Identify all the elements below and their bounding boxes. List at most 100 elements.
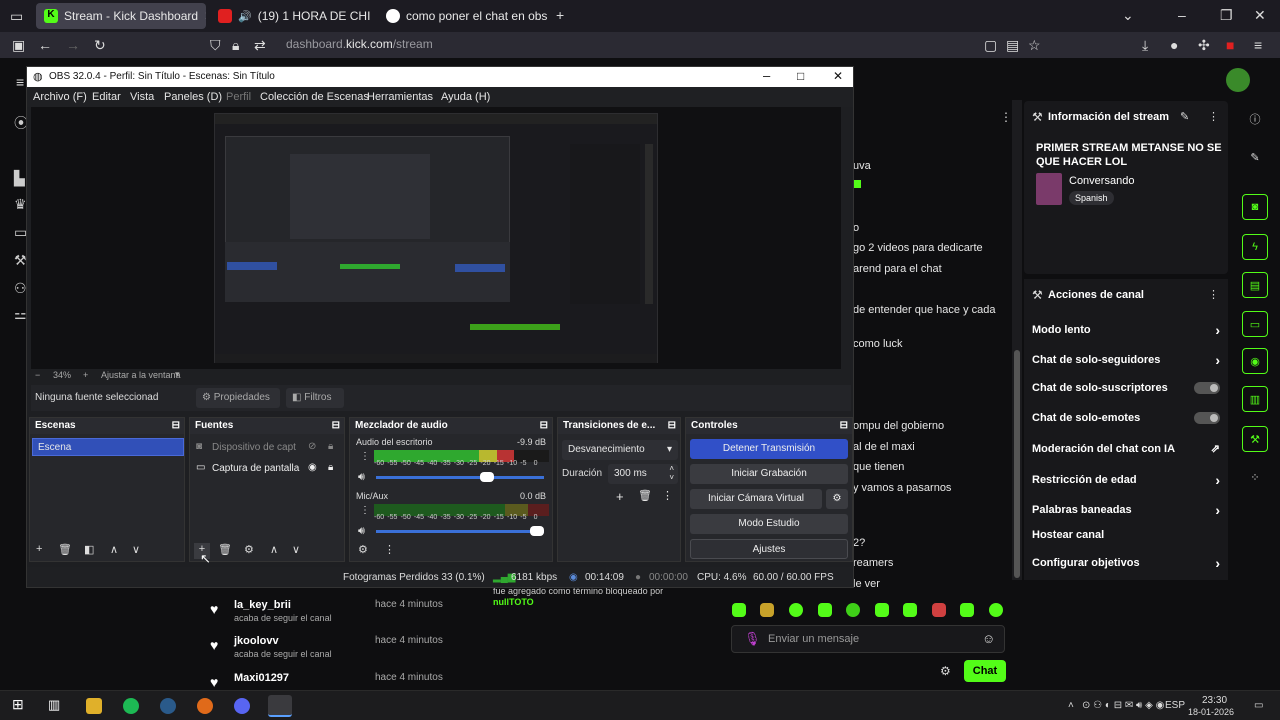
extension-badge-icon[interactable]: ■ (1226, 36, 1234, 54)
emoji-icon[interactable]: ☺ (982, 631, 995, 646)
emote-icon[interactable] (818, 603, 832, 617)
picture-in-picture-icon[interactable]: ▢ (984, 36, 997, 54)
move-up-icon[interactable]: ∧ (110, 543, 118, 556)
blocked-term-user[interactable]: nullTOTO (493, 597, 534, 607)
lock-icon[interactable]: 🔒︎ (328, 441, 333, 452)
forward-icon[interactable]: → (66, 36, 80, 54)
discord-icon[interactable] (234, 698, 250, 714)
emote-icon[interactable] (732, 603, 746, 617)
stats-icon[interactable]: ▙ (14, 170, 25, 187)
eye-hidden-icon[interactable]: ⊘ (308, 441, 316, 452)
channel-menu-icon[interactable]: ⋮ (360, 451, 370, 462)
community-icon[interactable]: ⚍ (14, 306, 27, 323)
chat-input[interactable]: 🎙︎ Enviar un mensaje ☺ (731, 625, 1005, 653)
move-up-icon[interactable]: ∧ (270, 543, 278, 556)
trophy-icon[interactable]: ♛ (14, 196, 27, 213)
more-icon[interactable]: ⋮ (384, 543, 395, 556)
emote-icon[interactable] (960, 603, 974, 617)
downloads-icon[interactable]: ⤓ (1142, 36, 1148, 54)
trash-icon[interactable]: 🗑︎ (638, 489, 652, 502)
chat-bubble-icon[interactable]: ▭ (1242, 311, 1268, 337)
chat-menu-icon[interactable]: ⋮ (1000, 110, 1012, 124)
pencil-icon[interactable]: ✎ (1242, 144, 1268, 170)
url-bar[interactable]: dashboard.kick.com/stream (286, 37, 433, 51)
source-item[interactable]: ◙ Dispositivo de capt ⊘ 🔒︎ (194, 438, 342, 456)
start-icon[interactable]: ⊞ (12, 696, 28, 712)
chat-send-button[interactable]: Chat (964, 660, 1006, 682)
lock-icon[interactable]: 🔒︎ (232, 36, 239, 54)
obs-taskbar-icon[interactable] (268, 695, 292, 717)
trash-icon[interactable]: 🗑︎ (218, 543, 232, 556)
menu-tools[interactable]: Herramientas (367, 91, 433, 103)
add-icon[interactable]: + (36, 543, 42, 555)
emote-icon[interactable] (989, 603, 1003, 617)
dock-menu-icon[interactable]: ⊟ (840, 420, 848, 431)
close-icon[interactable]: ✕ (833, 69, 843, 83)
file-explorer-icon[interactable] (86, 698, 102, 714)
move-down-icon[interactable]: ∨ (132, 543, 140, 556)
notifications-icon[interactable]: ▭ (1254, 700, 1263, 711)
shield-icon[interactable]: ⛉ (210, 36, 221, 54)
avatar[interactable] (1226, 68, 1250, 92)
maximize-window-icon[interactable]: ❐ (1220, 6, 1233, 24)
zoom-out-icon[interactable]: − (35, 370, 40, 380)
trash-icon[interactable]: 🗑︎ (58, 543, 72, 556)
reload-icon[interactable]: ↻ (94, 36, 106, 54)
dock-menu-icon[interactable]: ⊟ (668, 420, 676, 431)
clock-date[interactable]: 18-01-2026 (1188, 707, 1234, 717)
start-virtual-camera-button[interactable]: Iniciar Cámara Virtual (690, 489, 822, 509)
emote-icon[interactable] (875, 603, 889, 617)
close-tab-icon[interactable]: ✕ (204, 9, 206, 23)
emote-icon[interactable] (903, 603, 917, 617)
follower-name[interactable]: la_key_brii (234, 599, 291, 611)
menu-icon[interactable]: ≡ (1254, 36, 1262, 54)
action-ai-moderation[interactable]: Moderación del chat con IA ⇗ (1032, 442, 1220, 456)
start-recording-button[interactable]: Iniciar Grabación (690, 464, 848, 484)
notes-icon[interactable]: ▤ (1242, 272, 1268, 298)
wrench-icon[interactable]: ⚒ (1242, 426, 1268, 452)
volume-slider[interactable] (376, 526, 544, 536)
steam-icon[interactable] (160, 698, 176, 714)
menu-scene-collection[interactable]: Colección de Escenas (260, 91, 369, 103)
subscribers-only-toggle[interactable] (1194, 382, 1220, 394)
apps-icon[interactable]: ⁘ (1242, 464, 1268, 490)
properties-button[interactable]: ⚙ Propiedades (196, 388, 280, 408)
action-slow-mode[interactable]: Modo lento › (1032, 322, 1220, 338)
eye-icon[interactable]: ◉ (308, 462, 317, 473)
emote-icon[interactable] (846, 603, 860, 617)
extensions-icon[interactable]: ✣ (1198, 36, 1210, 54)
category-thumbnail[interactable] (1036, 173, 1062, 205)
filter-icon[interactable]: ◧ (84, 543, 94, 556)
task-view-icon[interactable]: ▥ (48, 697, 64, 713)
menu-help[interactable]: Ayuda (H) (441, 91, 490, 103)
action-banned-words[interactable]: Palabras baneadas › (1032, 502, 1220, 518)
obs-preview[interactable] (31, 107, 841, 369)
camera-icon[interactable]: ◙ (1242, 194, 1268, 220)
transition-select[interactable]: Desvanecimiento ▾ (562, 440, 678, 460)
microphone-icon[interactable]: 🎙︎ (744, 631, 761, 647)
close-window-icon[interactable]: ✕ (1254, 6, 1266, 24)
emote-icon[interactable] (760, 603, 774, 617)
settings-button[interactable]: Ajustes (690, 539, 848, 559)
zoom-mode-select[interactable]: Ajustar a la ventana (101, 370, 181, 380)
tray-icons[interactable]: ⊙ ⚇ ◐ ⊟ ✉ 🔊︎ ◈ ◉ (1082, 700, 1164, 711)
speaker-icon[interactable]: 🔊︎ (358, 471, 365, 484)
emote-icon[interactable] (932, 603, 946, 617)
speaker-icon[interactable]: 🔊︎ (358, 525, 365, 538)
firefox-icon[interactable] (197, 698, 213, 714)
language-indicator[interactable]: ESP (1165, 700, 1185, 711)
emote-icon[interactable] (789, 603, 803, 617)
follower-name[interactable]: jkoolovv (234, 635, 279, 647)
tab-kick-dashboard[interactable]: K Stream - Kick Dashboard ✕ (36, 3, 206, 29)
studio-mode-button[interactable]: Modo Estudio (690, 514, 848, 534)
action-age-restriction[interactable]: Restricción de edad › (1032, 472, 1220, 488)
dock-menu-icon[interactable]: ⊟ (540, 420, 548, 431)
edit-icon[interactable]: ✎ (1180, 110, 1189, 123)
chat-settings-icon[interactable]: ⚙ (940, 664, 951, 678)
volume-slider[interactable] (376, 472, 544, 482)
tab-list-icon[interactable]: ▭ (10, 7, 23, 25)
menu-edit[interactable]: Editar (92, 91, 121, 103)
maximize-icon[interactable]: □ (797, 69, 804, 83)
source-item[interactable]: ▭ Captura de pantalla ◉ 🔒︎ (194, 459, 342, 477)
channel-menu-icon[interactable]: ⋮ (360, 505, 370, 516)
